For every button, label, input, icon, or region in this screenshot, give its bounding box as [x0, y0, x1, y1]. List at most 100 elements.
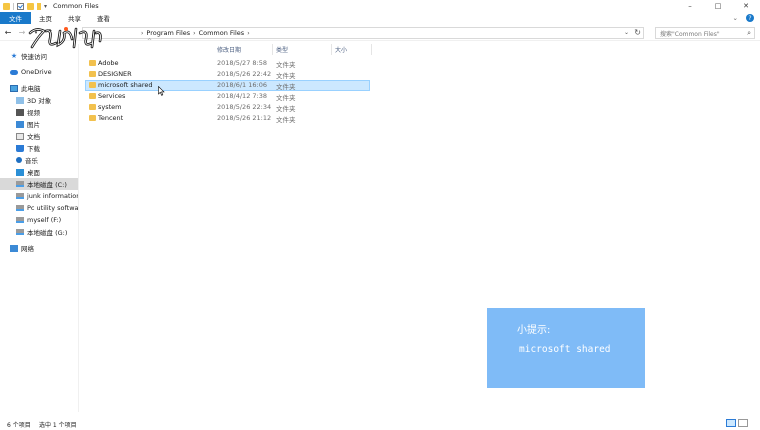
sidebar-item-drive-pc-utility[interactable]: Pc utility software: [0, 202, 78, 214]
sidebar-item-music[interactable]: 音乐: [0, 154, 78, 166]
sidebar-item-label: junk information (: [27, 192, 78, 200]
file-type: 文件夹: [276, 83, 296, 91]
crumb-separator-icon: ›: [141, 29, 144, 37]
address-bar[interactable]: › Program Files › Common Files › ⌄ ↻: [82, 27, 644, 39]
folder-icon: [89, 115, 96, 121]
sidebar-item-network[interactable]: 网络: [0, 242, 78, 254]
details-view-icon[interactable]: [726, 419, 736, 427]
star-icon: ★: [10, 52, 18, 60]
breadcrumb-program-files[interactable]: Program Files: [146, 29, 190, 37]
file-date: 2018/6/1 16:06: [217, 81, 267, 89]
sidebar-item-label: 音乐: [25, 157, 38, 165]
file-date: 2018/4/12 7:38: [217, 92, 267, 100]
address-dropdown-chevron-icon[interactable]: ⌄: [624, 29, 629, 36]
file-type: 文件夹: [276, 61, 296, 69]
network-icon: [10, 244, 18, 252]
table-row[interactable]: Adobe 2018/5/27 8:58 文件夹: [85, 58, 370, 69]
quick-access-toolbar: ▾: [0, 2, 47, 10]
sidebar-item-label: 图片: [27, 121, 40, 129]
file-name: microsoft shared: [98, 81, 153, 89]
maximize-button[interactable]: □: [704, 0, 732, 12]
column-header-size[interactable]: 大小: [335, 44, 347, 54]
drive-icon: [16, 229, 24, 235]
table-row[interactable]: Services 2018/4/12 7:38 文件夹: [85, 91, 370, 102]
new-folder-icon[interactable]: [27, 2, 34, 10]
tip-title: 小提示:: [517, 325, 551, 336]
download-icon: [16, 144, 24, 152]
sidebar-item-label: 视频: [27, 109, 40, 117]
tab-view[interactable]: 查看: [89, 12, 118, 24]
tab-home[interactable]: 主页: [31, 12, 60, 24]
table-row[interactable]: Tencent 2018/5/26 21:12 文件夹: [85, 113, 370, 124]
help-icon[interactable]: ?: [746, 14, 754, 22]
sort-caret-icon: ^: [147, 38, 153, 45]
search-placeholder: 搜索"Common Files": [660, 30, 720, 38]
sidebar-item-drive-c[interactable]: 本地磁盘 (C:): [0, 178, 78, 190]
search-input[interactable]: 搜索"Common Files" ⌕: [655, 27, 755, 39]
tip-text: microsoft shared: [519, 344, 611, 355]
table-row-selected[interactable]: microsoft shared 2018/6/1 16:06 文件夹: [85, 80, 370, 91]
computer-icon: [10, 84, 18, 92]
view-switcher: [726, 419, 748, 427]
tip-overlay: 小提示: microsoft shared: [487, 308, 645, 388]
folder-icon: [89, 82, 96, 88]
sidebar-item-documents[interactable]: 文档: [0, 130, 78, 142]
sidebar-item-label: 文档: [27, 133, 40, 141]
tab-file[interactable]: 文件: [0, 12, 31, 24]
drive-icon: [16, 181, 24, 187]
column-header-date[interactable]: 修改日期: [217, 44, 241, 54]
table-row[interactable]: DESIGNER 2018/5/26 22:42 文件夹: [85, 69, 370, 80]
sidebar-item-downloads[interactable]: 下载: [0, 142, 78, 154]
file-date: 2018/5/26 21:12: [217, 114, 272, 122]
customize-toolbar-chevron-icon[interactable]: ▾: [44, 3, 47, 10]
column-divider[interactable]: [371, 44, 372, 55]
sidebar-item-drive-f[interactable]: myself (F:): [0, 214, 78, 226]
breadcrumb-common-files[interactable]: Common Files: [199, 29, 245, 37]
desktop-icon: [16, 168, 24, 176]
column-divider[interactable]: [331, 44, 332, 55]
column-header-type[interactable]: 类型: [276, 44, 288, 54]
properties-icon[interactable]: [17, 2, 24, 10]
sidebar-item-label: 本地磁盘 (C:): [27, 181, 67, 189]
cloud-icon: [10, 69, 18, 75]
file-name: Tencent: [98, 114, 124, 122]
sidebar-item-label: 桌面: [27, 169, 40, 177]
ribbon-tabs: 文件 主页 共享 查看 ⌄ ?: [0, 12, 760, 24]
drive-icon: [16, 193, 24, 199]
drive-icon: [16, 217, 24, 223]
search-icon[interactable]: ⌕: [747, 29, 751, 38]
sidebar-item-videos[interactable]: 视频: [0, 106, 78, 118]
selected-count: 选中 1 个项目: [39, 422, 77, 429]
folder-icon: [89, 93, 96, 99]
sidebar-item-3d-objects[interactable]: 3D 对象: [0, 94, 78, 106]
sidebar-item-drive-g[interactable]: 本地磁盘 (G:): [0, 226, 78, 238]
file-name: Adobe: [98, 59, 119, 67]
pin-icon[interactable]: [37, 2, 41, 10]
sidebar-item-this-pc[interactable]: 此电脑: [0, 82, 78, 94]
crumb-separator-icon[interactable]: ›: [247, 30, 249, 37]
sidebar-item-label: Pc utility software: [27, 204, 78, 212]
drive-icon: [16, 205, 24, 211]
ribbon-right-controls: ⌄ ?: [733, 12, 754, 24]
file-name: DESIGNER: [98, 70, 132, 78]
sidebar-item-onedrive[interactable]: OneDrive: [0, 66, 78, 78]
tab-share[interactable]: 共享: [60, 12, 89, 24]
folder-icon: [89, 104, 96, 110]
large-icons-view-icon[interactable]: [738, 419, 748, 427]
sidebar-item-label: 3D 对象: [27, 97, 52, 105]
table-row[interactable]: system 2018/5/26 22:34 文件夹: [85, 102, 370, 113]
sidebar-item-pictures[interactable]: 图片: [0, 118, 78, 130]
expand-ribbon-chevron-icon[interactable]: ⌄: [733, 14, 738, 22]
close-button[interactable]: ✕: [732, 0, 760, 12]
minimize-button[interactable]: –: [676, 0, 704, 12]
refresh-icon[interactable]: ↻: [634, 28, 641, 37]
sidebar-item-label: myself (F:): [27, 216, 62, 224]
folder-icon: [89, 71, 96, 77]
column-divider[interactable]: [272, 44, 273, 55]
sidebar-item-quick-access[interactable]: ★ 快速访问: [0, 50, 78, 62]
back-button[interactable]: ←: [2, 27, 14, 39]
sidebar-item-desktop[interactable]: 桌面: [0, 166, 78, 178]
navigation-pane: ★ 快速访问 OneDrive 此电脑 3D 对象 视频 图片 文档 下载 音乐…: [0, 44, 79, 412]
sidebar-item-drive-junk[interactable]: junk information (: [0, 190, 78, 202]
item-count: 6 个项目: [7, 422, 31, 429]
